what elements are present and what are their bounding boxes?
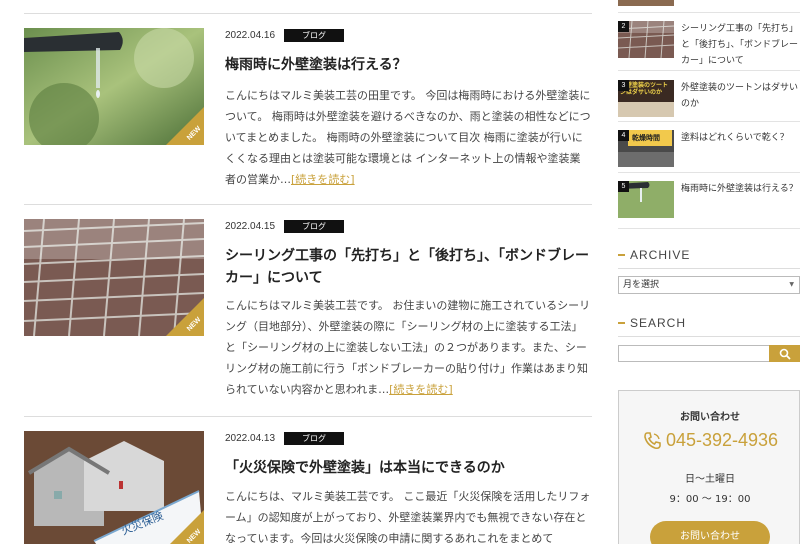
divider bbox=[618, 268, 800, 269]
archive-title: ARCHIVE bbox=[630, 248, 691, 262]
contact-phone[interactable]: 045-392-4936 bbox=[619, 430, 801, 451]
chevron-down-icon: ▼ bbox=[789, 281, 794, 288]
post-date: 2022.04.13 bbox=[225, 432, 276, 444]
post-excerpt: こんにちはマルミ美装工芸の田里です。 今回は梅雨時における外壁塗装について。 梅… bbox=[225, 85, 591, 190]
search-widget-title: SEARCH bbox=[618, 316, 686, 330]
divider bbox=[618, 70, 800, 71]
archive-widget-title: ARCHIVE bbox=[618, 248, 690, 262]
read-more-link[interactable]: [続きを読む] bbox=[389, 383, 453, 396]
search-input[interactable] bbox=[618, 345, 800, 362]
post-thumbnail-tiles[interactable]: NEW bbox=[24, 219, 204, 336]
search-button[interactable] bbox=[769, 345, 800, 362]
ranking-title[interactable]: シーリング工事の「先打ち」と「後打ち」、「ボンドブレーカー」について bbox=[681, 21, 801, 69]
divider bbox=[618, 228, 800, 229]
ranking-item[interactable]: 2 シーリング工事の「先打ち」と「後打ち」、「ボンドブレーカー」について bbox=[618, 21, 800, 67]
post-excerpt: こんにちは、マルミ美装工芸です。 ここ最近「火災保険を活用したリフォーム」の認知… bbox=[225, 490, 591, 544]
post-thumbnail-insurance[interactable]: 火災保険 NEW bbox=[24, 431, 204, 544]
ranking-number: 4 bbox=[618, 130, 629, 141]
ranking-title[interactable]: 梅雨時に外壁塗装は行える？ bbox=[681, 181, 801, 197]
divider bbox=[618, 172, 800, 173]
search-icon bbox=[779, 348, 791, 360]
excerpt-text: こんにちはマルミ美装工芸の田里です。 今回は梅雨時における外壁塗装について。 梅… bbox=[225, 89, 591, 186]
ranking-thumb-partial bbox=[618, 0, 674, 6]
business-hours: 9：00 〜 19：00 bbox=[669, 494, 751, 505]
divider bbox=[24, 416, 592, 417]
archive-select-value: 月を選択 bbox=[623, 280, 660, 290]
business-days: 日〜土曜日 bbox=[685, 474, 735, 485]
post-title[interactable]: 「火災保険で外壁塗装」は本当にできるのか bbox=[225, 457, 591, 479]
title-accent bbox=[618, 254, 625, 256]
post-date: 2022.04.16 bbox=[225, 29, 276, 41]
contact-title: お問い合わせ bbox=[680, 412, 740, 423]
post-excerpt: こんにちはマルミ美装工芸です。 お住まいの建物に施工されているシーリング（目地部… bbox=[225, 295, 591, 400]
excerpt-text: こんにちはマルミ美装工芸です。 お住まいの建物に施工されているシーリング（目地部… bbox=[225, 299, 591, 396]
phone-number: 045-392-4936 bbox=[665, 430, 779, 450]
divider bbox=[24, 13, 592, 14]
ranking-number: 2 bbox=[618, 21, 629, 32]
ranking-item[interactable]: 外壁塗装のツートンはダサいのか 3 外壁塗装のツートンはダサいのか bbox=[618, 80, 800, 126]
phone-icon bbox=[644, 431, 661, 449]
archive-month-select[interactable]: 月を選択 ▼ bbox=[618, 276, 800, 294]
ranking-title[interactable]: 外壁塗装のツートンはダサいのか bbox=[681, 80, 801, 112]
post-date: 2022.04.15 bbox=[225, 220, 276, 232]
read-more-link[interactable]: [続きを読む] bbox=[291, 173, 355, 186]
divider bbox=[618, 12, 800, 13]
divider bbox=[618, 336, 800, 337]
thumbnail-caption: 乾燥時間 bbox=[632, 134, 660, 142]
ranking-number: 3 bbox=[618, 80, 629, 91]
contact-button[interactable]: お問い合わせ bbox=[650, 521, 770, 544]
post-title[interactable]: 梅雨時に外壁塗装は行える？ bbox=[225, 54, 591, 76]
ranking-item[interactable]: 5 梅雨時に外壁塗装は行える？ bbox=[618, 181, 800, 227]
title-accent bbox=[618, 322, 625, 324]
post-category-badge[interactable]: ブログ bbox=[284, 219, 344, 233]
ranking-title[interactable]: 塗料はどれくらいで乾く？ bbox=[681, 130, 801, 146]
divider bbox=[24, 204, 592, 205]
search-title: SEARCH bbox=[630, 316, 687, 330]
post-category-badge[interactable]: ブログ bbox=[284, 28, 344, 42]
post-thumbnail-gutter[interactable]: NEW bbox=[24, 28, 204, 145]
ranking-number: 5 bbox=[618, 181, 629, 192]
ranking-item[interactable]: 乾燥時間 4 塗料はどれくらいで乾く？ bbox=[618, 130, 800, 176]
post-category-badge[interactable]: ブログ bbox=[284, 431, 344, 445]
contact-widget: お問い合わせ 045-392-4936 日〜土曜日 9：00 〜 19：00 お… bbox=[618, 390, 800, 544]
post-title[interactable]: シーリング工事の「先打ち」と「後打ち」、「ボンドブレーカー」について bbox=[225, 245, 591, 289]
divider bbox=[618, 121, 800, 122]
